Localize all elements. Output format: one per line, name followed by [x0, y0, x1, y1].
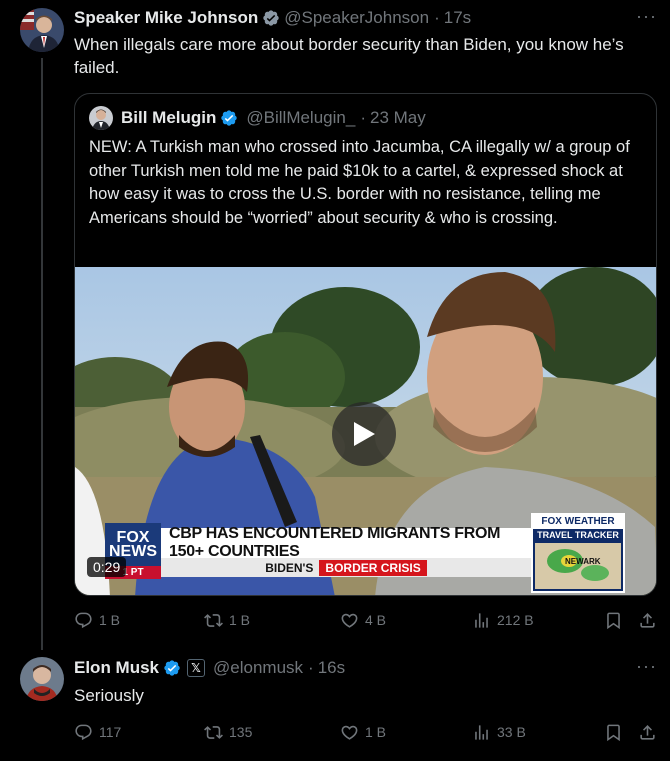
verified-icon: [221, 110, 238, 126]
reply-button[interactable]: 1 B: [74, 611, 120, 630]
share-button[interactable]: [638, 611, 657, 630]
post1-time[interactable]: 17s: [444, 8, 471, 28]
subchyron-red-text: BORDER CRISIS: [319, 559, 427, 576]
reply-button[interactable]: 117: [74, 723, 121, 742]
weather-subtitle: TRAVEL TRACKER: [537, 530, 619, 540]
reply-icon: [75, 724, 92, 740]
repost-button[interactable]: 135: [204, 723, 252, 742]
reply-icon: [75, 612, 92, 628]
bookmark-button[interactable]: [604, 723, 623, 742]
avatar-elon-musk[interactable]: [20, 657, 64, 701]
repost-icon: [204, 613, 223, 627]
post2-text: Seriously: [74, 686, 144, 705]
like-count: 4 B: [365, 612, 387, 628]
repost-count: 1 B: [229, 612, 251, 628]
quote-handle[interactable]: @BillMelugin_: [246, 108, 355, 128]
like-button[interactable]: 1 B: [340, 723, 386, 742]
post2-author-name[interactable]: Elon Musk: [74, 658, 159, 678]
like-button[interactable]: 4 B: [340, 611, 386, 630]
post1-header: Speaker Mike Johnson @SpeakerJohnson · 1…: [74, 8, 471, 28]
post1-author-name[interactable]: Speaker Mike Johnson: [74, 8, 258, 28]
verified-icon: [164, 660, 180, 676]
more-icon[interactable]: ···: [636, 6, 657, 27]
video-player[interactable]: FOX NEWS 1 PT CBP HAS ENCOUNTERED MIGRAN…: [75, 267, 656, 595]
views-icon: [475, 612, 488, 628]
views-button[interactable]: 33 B: [472, 723, 526, 742]
bookmark-icon: [607, 612, 620, 629]
quote-header: Bill Melugin @BillMelugin_ · 23 May: [89, 106, 426, 130]
reply-count: 117: [99, 724, 122, 740]
news-subchyron: BIDEN'S BORDER CRISIS: [161, 558, 531, 577]
weather-tracker-box: FOX WEATHER TRAVEL TRACKER NEWARK: [531, 513, 625, 593]
like-icon: [341, 613, 358, 628]
repost-icon: [204, 725, 223, 739]
views-icon: [475, 724, 488, 740]
share-icon: [640, 612, 655, 628]
play-icon: [354, 422, 375, 446]
quote-text: NEW: A Turkish man who crossed into Jacu…: [89, 138, 630, 227]
thread-connector-line: [41, 58, 43, 650]
post2-handle[interactable]: @elonmusk: [213, 658, 303, 678]
quote-author-name[interactable]: Bill Melugin: [121, 108, 216, 128]
quote-time[interactable]: 23 May: [370, 108, 426, 128]
weather-map: NEWARK: [535, 543, 621, 589]
news-chyron: CBP HAS ENCOUNTERED MIGRANTS FROM 150+ C…: [161, 525, 531, 560]
avatar-bill-melugin: [89, 106, 113, 130]
play-button[interactable]: [332, 402, 396, 466]
share-button[interactable]: [638, 723, 657, 742]
repost-count: 135: [229, 724, 253, 740]
dot-separator: ·: [434, 8, 440, 27]
bookmark-icon: [607, 724, 620, 741]
subchyron-text: BIDEN'S: [265, 560, 314, 575]
weather-city: NEWARK: [565, 557, 601, 566]
weather-title: FOX WEATHER: [533, 515, 623, 529]
repost-button[interactable]: 1 B: [204, 611, 250, 630]
like-count: 1 B: [365, 724, 387, 740]
x-affiliate-icon[interactable]: 𝕏: [187, 659, 206, 677]
more-icon[interactable]: ···: [636, 656, 657, 677]
quoted-post[interactable]: Bill Melugin @BillMelugin_ · 23 May NEW:…: [74, 93, 657, 596]
video-duration: 0:29: [87, 557, 127, 577]
post2-header: Elon Musk 𝕏 @elonmusk · 16s: [74, 658, 345, 678]
post1-action-bar: 1 B 1 B 4 B 212 B: [74, 608, 657, 632]
views-button[interactable]: 212 B: [472, 611, 534, 630]
post1-text: When illegals care more about border sec…: [74, 35, 624, 77]
reply-count: 1 B: [99, 612, 121, 628]
bookmark-button[interactable]: [604, 611, 623, 630]
views-count: 33 B: [497, 724, 526, 740]
avatar-speaker-johnson[interactable]: [20, 8, 64, 52]
verified-icon: [263, 10, 279, 26]
post2-time[interactable]: 16s: [318, 658, 345, 678]
share-icon: [640, 724, 655, 740]
like-icon: [341, 725, 358, 740]
post2-action-bar: 117 135 1 B 33 B: [74, 720, 657, 744]
views-count: 212 B: [497, 612, 534, 628]
dot-separator: ·: [360, 108, 366, 127]
dot-separator: ·: [308, 658, 314, 677]
post1-handle[interactable]: @SpeakerJohnson: [284, 8, 429, 28]
